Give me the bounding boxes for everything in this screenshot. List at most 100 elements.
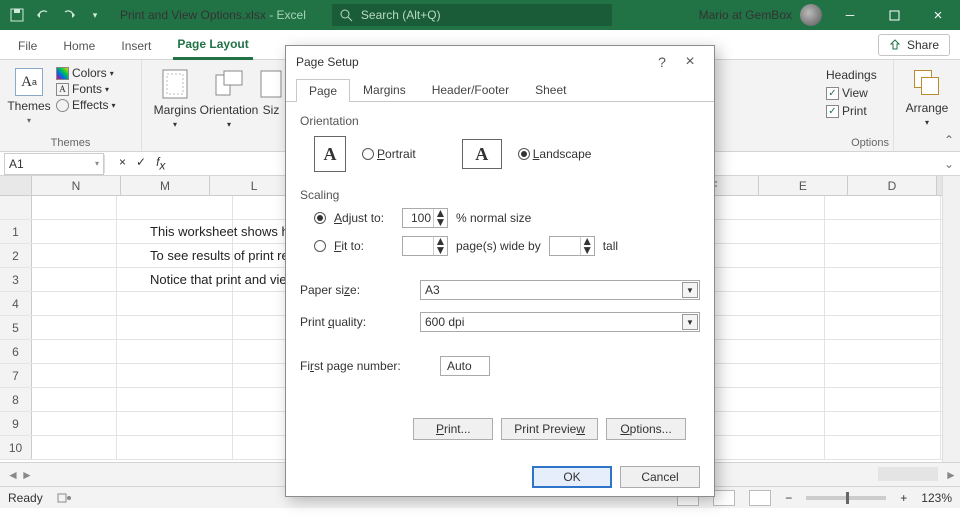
fit-tall-spinner[interactable]: ▲▼ [549,236,595,256]
cancel-button[interactable]: Cancel [620,466,700,488]
fx-icon[interactable]: fx [156,155,165,172]
row-header[interactable]: 10 [0,436,32,459]
qat-more-icon[interactable]: ▾ [82,0,108,30]
headings-view-checkbox[interactable]: ✓View [826,86,877,100]
landscape-radio[interactable]: Landscape [518,147,592,161]
arrange-button[interactable]: Arrange▾ [900,64,954,127]
print-quality-select[interactable]: 600 dpi▼ [420,312,700,332]
paper-size-select[interactable]: A3▼ [420,280,700,300]
tab-page-layout[interactable]: Page Layout [173,31,252,60]
spinner-buttons[interactable]: ▲▼ [433,209,447,227]
expand-formula-icon[interactable]: ⌄ [944,157,954,171]
window-title: Print and View Options.xlsx - Excel [120,8,306,22]
tab-file[interactable]: File [14,33,41,59]
adjust-to-label: Adjust to: [334,211,394,225]
share-button[interactable]: Share [878,34,950,56]
tab-home[interactable]: Home [59,33,99,59]
fonts-button[interactable]: AFonts▾ [56,82,115,96]
dialog-title: Page Setup [296,55,648,69]
adjust-to-spinner[interactable]: ▲▼ [402,208,448,228]
adjust-suffix: % normal size [456,211,531,225]
cancel-formula-icon[interactable]: × [119,155,126,172]
zoom-slider[interactable] [806,496,886,500]
close-button[interactable]: × [916,0,960,30]
col-header[interactable]: N [32,176,121,195]
row-header[interactable]: 4 [0,292,32,315]
themes-label: Themes [7,99,50,113]
sheet-scroll-right[interactable]: ► [942,466,960,484]
adjust-to-input[interactable] [403,211,433,225]
headings-print-checkbox[interactable]: ✓Print [826,104,877,118]
tab-insert[interactable]: Insert [117,33,155,59]
search-box[interactable]: Search (Alt+Q) [332,4,612,26]
status-ready: Ready [8,491,43,505]
row-header[interactable] [0,196,32,219]
portrait-icon: A [314,136,346,172]
page-layout-view-button[interactable] [713,490,735,506]
titlebar: ▾ Print and View Options.xlsx - Excel Se… [0,0,960,30]
row-header[interactable]: 8 [0,388,32,411]
fit-tall-input[interactable] [550,239,580,253]
fit-to-label: Fit to: [334,239,394,253]
ok-button[interactable]: OK [532,466,612,488]
sheet-nav-next[interactable]: ► [18,466,36,484]
dialog-tab-page[interactable]: Page [296,79,350,102]
first-page-input[interactable]: Auto [440,356,490,376]
col-header[interactable]: E [759,176,848,195]
row-header[interactable]: 1 [0,220,32,243]
enter-formula-icon[interactable]: ✓ [136,155,146,172]
username: Mario at GemBox [699,8,792,22]
orientation-section-label: Orientation [300,114,700,128]
dialog-tab-margins[interactable]: Margins [350,78,419,101]
row-header[interactable]: 9 [0,412,32,435]
adjust-to-radio[interactable] [314,212,326,224]
colors-button[interactable]: Colors▾ [56,66,115,80]
orientation-icon [213,68,245,100]
options-button[interactable]: Options... [606,418,686,440]
col-header[interactable]: D [848,176,937,195]
orientation-button[interactable]: Orientation▾ [202,64,256,129]
horizontal-scrollbar[interactable] [878,467,938,481]
collapse-ribbon-icon[interactable]: ⌃ [944,133,954,147]
redo-icon[interactable] [56,0,82,30]
col-header[interactable]: M [121,176,210,195]
search-icon [340,9,353,22]
print-button[interactable]: Print... [413,418,493,440]
row-header[interactable]: 5 [0,316,32,339]
account-area[interactable]: Mario at GemBox [699,4,822,26]
margins-button[interactable]: Margins▾ [148,64,202,129]
portrait-radio[interactable]: Portrait [362,147,416,161]
print-preview-button[interactable]: Print Preview [501,418,598,440]
dialog-tab-header-footer[interactable]: Header/Footer [419,78,522,101]
fit-wide-spinner[interactable]: ▲▼ [402,236,448,256]
filename: Print and View Options.xlsx [120,8,266,22]
zoom-in-button[interactable]: + [900,491,907,505]
size-button[interactable]: Siz [256,64,286,117]
fit-to-radio[interactable] [314,240,326,252]
undo-icon[interactable] [30,0,56,30]
dialog-tab-sheet[interactable]: Sheet [522,78,579,101]
vertical-scrollbar[interactable] [942,176,960,462]
name-box[interactable]: A1▾ [4,153,104,175]
app-name: Excel [277,8,306,22]
row-header[interactable]: 7 [0,364,32,387]
dialog-close-button[interactable]: × [676,53,704,71]
maximize-button[interactable] [872,0,916,30]
row-header[interactable]: 3 [0,268,32,291]
dialog-tabs: Page Margins Header/Footer Sheet [286,78,714,102]
chevron-down-icon: ▼ [682,282,698,298]
effects-button[interactable]: Effects▾ [56,98,115,112]
first-page-label: First page number: [300,359,430,373]
minimize-button[interactable]: ─ [828,0,872,30]
themes-button[interactable]: Aa Themes ▾ [6,64,52,125]
macro-record-icon[interactable] [57,492,71,504]
page-break-view-button[interactable] [749,490,771,506]
dialog-help-button[interactable]: ? [648,54,676,70]
select-all-corner[interactable] [0,176,32,195]
save-icon[interactable] [4,0,30,30]
fit-wide-input[interactable] [403,239,433,253]
row-header[interactable]: 2 [0,244,32,267]
row-header[interactable]: 6 [0,340,32,363]
zoom-out-button[interactable]: − [785,491,792,505]
zoom-level[interactable]: 123% [921,491,952,505]
